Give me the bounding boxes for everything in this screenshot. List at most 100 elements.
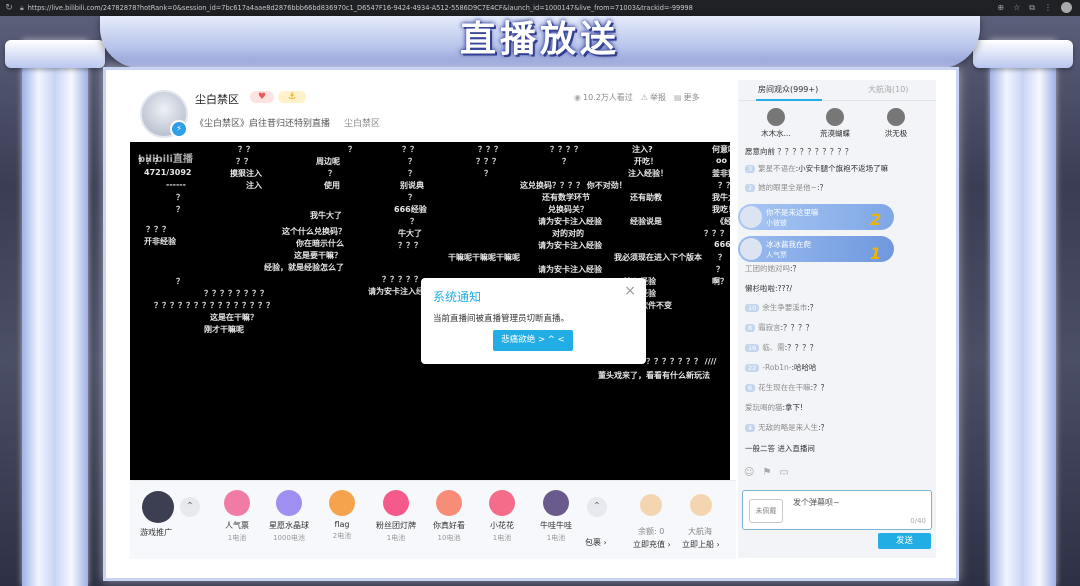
gift-icon[interactable] [224, 490, 250, 516]
heart-icon[interactable]: ♥ [250, 91, 274, 103]
extensions-icon[interactable]: ⧉ [1029, 3, 1035, 13]
chat-username[interactable]: 霜寂言 [758, 323, 781, 332]
gift-item[interactable]: 粉丝团灯牌 1电池 [371, 490, 421, 543]
danmaku-comment: 这个什么兑换码？ [282, 227, 346, 236]
gift-icon[interactable] [436, 490, 462, 516]
gift-icon[interactable] [543, 490, 569, 516]
chat-username[interactable]: 工团的她对吗 [745, 264, 790, 273]
top-fan[interactable]: 荒漠蝴蝶 [805, 108, 865, 139]
chat-username[interactable]: 爱玩喝的猫 [745, 403, 783, 412]
danmaku-comment: ？ [348, 145, 356, 154]
input-placeholder[interactable]: 发个弹幕呗~ [793, 497, 840, 508]
chat-toolbar: ☺ ⚑ ▭ [744, 467, 789, 478]
danmaku-comment: ？？ [236, 157, 252, 166]
room-area-link[interactable]: 尘白禁区 [344, 116, 380, 129]
menu-icon[interactable]: ⋮ [1044, 3, 1052, 12]
package-button[interactable]: 包裹 › [585, 537, 607, 548]
danmaku-comment: ？？？ [476, 157, 500, 166]
tab-audience[interactable]: 房间观众(999+) [758, 84, 818, 95]
danmaku-comment: ？？？ [704, 229, 728, 238]
chat-text: :小安卡腿个旗袍不返场了嘛 [795, 164, 889, 173]
char-count: 0/40 [910, 517, 926, 525]
lock-icon[interactable]: 🔒︎ [20, 4, 24, 13]
star-icon[interactable]: ☆ [1013, 3, 1020, 12]
navy-icon[interactable] [690, 494, 712, 516]
anchor-avatar[interactable]: ⚡ [140, 90, 188, 138]
game-promo-label[interactable]: 游戏推广 [140, 527, 172, 538]
bag-icon[interactable]: ⚑ [762, 467, 771, 478]
danmaku-icon[interactable]: ▭ [779, 467, 788, 478]
gift-item[interactable]: 人气票 1电池 [212, 490, 262, 543]
reload-icon[interactable]: ↻ [4, 3, 14, 13]
avatar[interactable] [740, 206, 762, 228]
gift-price: 2电池 [332, 532, 352, 540]
gift-item[interactable]: 星愿水晶球 1000电池 [264, 490, 314, 543]
chat-message: 一般二答 进入直播间 [745, 443, 815, 454]
avatar[interactable] [767, 108, 785, 126]
close-icon[interactable]: × [624, 283, 636, 299]
avatar[interactable] [887, 108, 905, 126]
chat-username[interactable]: 余生争要溪市 [762, 303, 807, 312]
chat-username[interactable]: 无敌的略是来人生 [758, 423, 818, 432]
gift-price: 1电池 [227, 534, 247, 542]
vip-sub: 小彼彼 [766, 219, 787, 227]
game-promo-icon[interactable] [142, 491, 174, 523]
danmaku-comment: 开非经验 [144, 237, 176, 246]
avatar[interactable] [740, 238, 762, 260]
top-fan[interactable]: 洪无极 [866, 108, 926, 139]
gift-name: 你真好看 [433, 521, 465, 530]
gift-icon[interactable] [489, 490, 515, 516]
chat-username[interactable]: 花生现在在干嘛 [758, 383, 811, 392]
vip-sub: 人气票 [766, 251, 787, 259]
gift-item[interactable]: 牛哇牛哇 1电池 [531, 490, 581, 543]
package-chevron-icon[interactable]: ⌃ [587, 497, 607, 517]
zoom-icon[interactable]: ⊕ [997, 3, 1004, 12]
top-fan[interactable]: 木木水... [746, 108, 806, 139]
honor-badge-slot[interactable]: 未佩戴 [749, 499, 783, 523]
chat-username[interactable]: -Rob1n- [762, 363, 791, 372]
chat-username[interactable]: 临、需 [762, 343, 785, 352]
warning-icon: ⚠ [640, 93, 648, 102]
tab-navy[interactable]: 大航海(10) [868, 84, 908, 95]
gift-item[interactable]: flag 2电池 [317, 490, 367, 541]
top-banner: 直播放送 [100, 16, 980, 68]
danmaku-comment: ？ [408, 193, 416, 202]
report-button[interactable]: ⚠ 举报 [641, 92, 666, 103]
more-button[interactable]: ▤ 更多 [674, 92, 700, 103]
gift-item[interactable]: 你真好看 10电池 [424, 490, 474, 543]
gift-icon[interactable] [329, 490, 355, 516]
gift-price: 1电池 [386, 534, 406, 542]
gift-icon[interactable] [276, 490, 302, 516]
danmaku-comment: ？？？？？ [382, 275, 422, 284]
system-notice-dialog: 系统通知 × 当前直播间被直播管理员切断直播。 悲痛欲绝 > ^ < [421, 278, 646, 364]
danmaku-comment: 请为安卡注入经验 [538, 217, 602, 226]
chat-text: :？？？？ [780, 323, 814, 332]
chat-message: 爱玩喝的猫:拿下! [745, 402, 803, 413]
battery-icon[interactable] [640, 494, 662, 516]
user-level-badge: 6 [745, 384, 756, 392]
user-level-badge: 16 [745, 344, 760, 352]
emoji-icon[interactable]: ☺ [744, 467, 754, 478]
danmaku-comment: 牛大了 [398, 229, 422, 238]
danmaku-comment: oo [716, 156, 727, 165]
gift-icon[interactable] [383, 490, 409, 516]
avatar[interactable] [826, 108, 844, 126]
user-level-badge: 4 [745, 424, 756, 432]
anchor-icon[interactable]: ⚓ [278, 91, 306, 103]
danmaku-input[interactable]: 未佩戴 发个弹幕呗~ 0/40 [742, 490, 932, 530]
chat-message: 3 繁星不语在:小安卡腿个旗袍不返场了嘛 [745, 163, 888, 174]
recharge-link[interactable]: 立即充值 › [633, 539, 671, 550]
gift-item[interactable]: 小花花 1电池 [477, 490, 527, 543]
chat-username[interactable]: 她的眼里全是他~ [758, 183, 817, 192]
danmaku-comment: 还有数学环节 [542, 193, 590, 202]
board-ship-link[interactable]: 立即上船 › [682, 539, 720, 550]
danmaku-comment: 刚才干嘛呢 [204, 325, 244, 334]
danmaku-comment: 你在暗示什么 [296, 239, 344, 248]
confirm-button[interactable]: 悲痛欲绝 > ^ < [493, 330, 573, 351]
send-button[interactable]: 发送 [878, 533, 931, 549]
chat-text: :？ [790, 264, 801, 273]
profile-avatar[interactable] [1061, 2, 1072, 13]
anchor-name[interactable]: 尘白禁区 [195, 91, 239, 107]
chevron-up-icon[interactable]: ⌃ [180, 497, 200, 517]
chat-username[interactable]: 繁星不语在 [758, 164, 796, 173]
